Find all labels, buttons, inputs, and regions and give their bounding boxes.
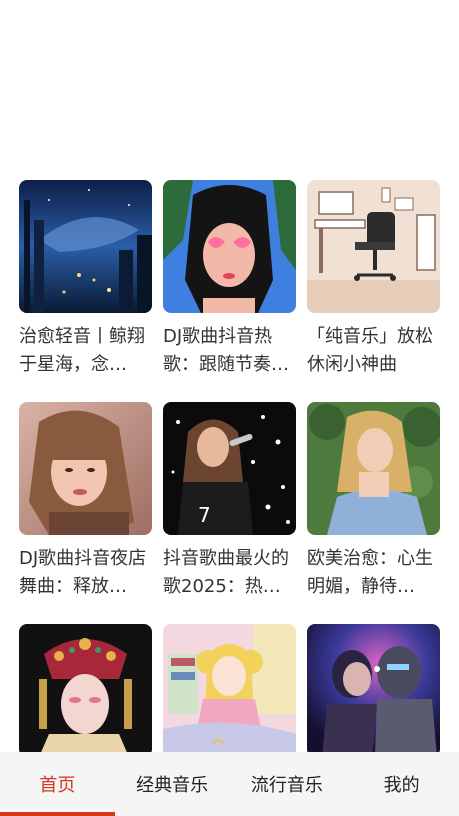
playlist-title: 「纯音乐」放松休闲小神曲 bbox=[307, 326, 433, 375]
playlist-title: 治愈轻音丨鲸翔于星海，念… bbox=[19, 326, 145, 375]
blonde-woman-garden-cover bbox=[307, 402, 440, 535]
svg-text:7: 7 bbox=[198, 503, 211, 527]
playlist-card[interactable]: 7 抖音歌曲最火的歌2025：热… bbox=[163, 402, 296, 624]
desk-chair-illustration-cover bbox=[307, 180, 440, 313]
playlist-title: DJ歌曲抖音热歌：跟随节奏… bbox=[163, 326, 289, 375]
playlist-card[interactable]: DJ歌曲抖音夜店舞曲：释放… bbox=[19, 402, 152, 624]
tab-label: 我的 bbox=[383, 775, 420, 796]
active-tab-indicator bbox=[0, 812, 115, 816]
playlist-grid: 治愈轻音丨鲸翔于星海，念… DJ歌曲抖音热歌：跟随节奏… 「纯音乐」放松休闲小神… bbox=[19, 180, 440, 816]
tab-mine[interactable]: 我的 bbox=[344, 752, 459, 816]
singer-microphone-cover: 7 bbox=[163, 402, 296, 535]
playlist-title: DJ歌曲抖音夜店舞曲：释放… bbox=[19, 548, 147, 597]
bottom-tab-bar: 首页 经典音乐 流行音乐 我的 bbox=[0, 752, 459, 816]
tab-home[interactable]: 首页 bbox=[0, 752, 115, 816]
heart-glasses-girl-cover bbox=[163, 180, 296, 313]
tab-label: 流行音乐 bbox=[250, 775, 323, 796]
robot-couple-cover bbox=[307, 624, 440, 757]
playlist-title: 欧美治愈：心生明媚，静待… bbox=[307, 548, 433, 597]
playlist-card[interactable]: 治愈轻音丨鲸翔于星海，念… bbox=[19, 180, 152, 402]
playlist-card[interactable]: DJ歌曲抖音热歌：跟随节奏… bbox=[163, 180, 296, 402]
night-city-whale-cover bbox=[19, 180, 152, 313]
opera-headdress-cover bbox=[19, 624, 152, 757]
portrait-woman-bangs-cover bbox=[19, 402, 152, 535]
top-blank-area bbox=[0, 0, 459, 180]
tab-label: 经典音乐 bbox=[136, 775, 209, 796]
anime-girl-room-cover bbox=[163, 624, 296, 757]
playlist-title: 抖音歌曲最火的歌2025：热… bbox=[163, 548, 289, 597]
playlist-card[interactable]: 「纯音乐」放松休闲小神曲 bbox=[307, 180, 440, 402]
tab-label: 首页 bbox=[39, 775, 76, 796]
tab-classic-music[interactable]: 经典音乐 bbox=[115, 752, 230, 816]
playlist-card[interactable]: 欧美治愈：心生明媚，静待… bbox=[307, 402, 440, 624]
tab-pop-music[interactable]: 流行音乐 bbox=[230, 752, 345, 816]
